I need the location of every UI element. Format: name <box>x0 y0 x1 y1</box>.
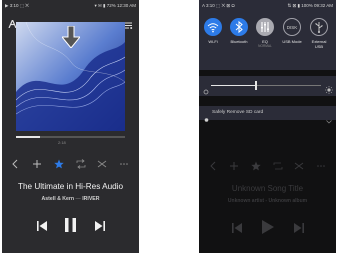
more-icon <box>316 158 326 176</box>
brightness-high-icon <box>325 81 333 99</box>
notification-safely-remove[interactable]: Safely Remove SD card <box>199 106 336 124</box>
disk-icon: DISK <box>283 18 301 36</box>
status-bar: A 3:10 ⬚ ⨉ ⊠ Ω ⇅ ⊠ ▮ 100% 09:32 AM <box>199 0 336 12</box>
status-bar-right: ⇅ ⊠ ▮ 100% 09:32 AM <box>287 3 333 8</box>
song-subtitle: Unknown artist - Unknown album <box>227 198 308 204</box>
play-icon <box>261 219 275 240</box>
bluetooth-label: Bluetooth <box>230 39 248 44</box>
control-row <box>2 156 139 170</box>
star-icon <box>251 158 261 176</box>
eq-toggle[interactable]: EQ NORMAL <box>254 18 276 48</box>
bluetooth-icon <box>230 18 248 36</box>
usb-icon <box>310 18 328 36</box>
seek-bar-fill <box>16 136 40 138</box>
usb-mode-label: USB Mode <box>282 39 302 44</box>
status-bar: ▶ 3:10 ⬚ ⨉ ▾ ✉ ▮ 72% 12:30 AM <box>2 0 139 12</box>
seek-bar[interactable] <box>16 136 125 138</box>
add-icon <box>229 158 239 176</box>
star-icon[interactable] <box>54 156 64 174</box>
wifi-icon <box>204 18 222 36</box>
back-icon[interactable] <box>11 156 19 174</box>
expand-icon[interactable] <box>326 111 332 129</box>
sd-card-icon <box>204 110 209 128</box>
status-bar-left: ▶ 3:10 ⬚ ⨉ <box>5 3 29 8</box>
next-icon[interactable] <box>94 219 106 237</box>
shuffle-icon[interactable] <box>97 156 107 174</box>
artist-name: Astell & Kern <box>41 196 75 202</box>
song-title: The Ultimate in Hi-Res Audio <box>17 182 124 191</box>
repeat-icon[interactable] <box>76 156 86 174</box>
repeat-icon <box>273 158 283 176</box>
brightness-fill <box>211 85 255 86</box>
status-bar-left: A 3:10 ⬚ ⨉ ⊠ Ω <box>202 3 235 8</box>
album-name: IRIVER <box>82 196 100 202</box>
previous-icon[interactable] <box>36 219 48 237</box>
pause-icon[interactable] <box>64 217 77 238</box>
external-usb-label-line2: USB <box>314 44 324 49</box>
menu-icon[interactable] <box>124 16 133 34</box>
wifi-toggle[interactable]: Wi-Fi <box>202 18 224 44</box>
shuffle-icon <box>294 158 304 176</box>
usb-mode-toggle[interactable]: DISK USB Mode <box>281 18 303 44</box>
next-icon <box>293 221 305 239</box>
player-screen: ▶ 3:10 ⬚ ⨉ ▾ ✉ ▮ 72% 12:30 AM 2:18 The U… <box>2 0 139 253</box>
disk-label: DISK <box>286 24 298 30</box>
external-usb-toggle[interactable]: External USB <box>308 18 330 49</box>
external-usb-label: External USB <box>308 39 330 49</box>
brightness-slider-handle[interactable] <box>255 81 257 90</box>
artist-album-line: Astell & Kern — IRIVER <box>2 196 139 202</box>
down-arrow-icon <box>60 25 82 53</box>
wifi-label: Wi-Fi <box>208 39 218 44</box>
brightness-low-icon <box>203 82 209 100</box>
add-icon[interactable] <box>32 156 42 174</box>
separator: — <box>75 196 81 202</box>
back-icon <box>209 158 217 176</box>
quick-settings-screen: A 3:10 ⬚ ⨉ ⊠ Ω ⇅ ⊠ ▮ 100% 09:32 AM Wi-Fi… <box>199 0 336 253</box>
bluetooth-toggle[interactable]: Bluetooth <box>228 18 250 44</box>
notification-text: Safely Remove SD card <box>212 110 264 115</box>
previous-icon <box>231 221 243 239</box>
song-title: Unknown Song Title <box>231 184 304 193</box>
current-time: 2:18 <box>58 140 66 145</box>
brightness-row <box>199 76 336 96</box>
status-bar-right: ▾ ✉ ▮ 72% 12:30 AM <box>94 3 136 8</box>
more-icon[interactable] <box>119 156 129 174</box>
eq-icon <box>256 18 274 36</box>
eq-mode: NORMAL <box>258 44 272 48</box>
